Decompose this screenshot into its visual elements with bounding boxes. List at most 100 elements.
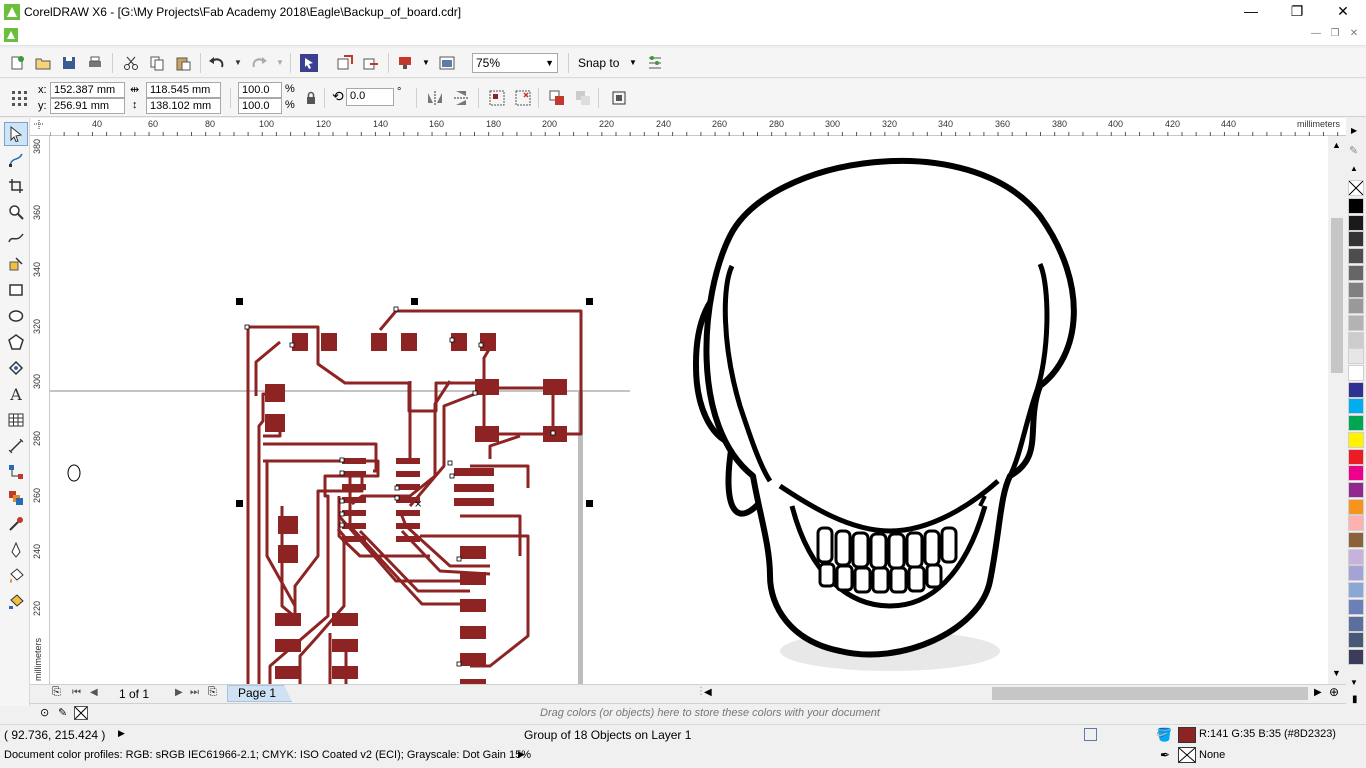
drawing-canvas[interactable]: × bbox=[50, 136, 1328, 684]
palette-down-icon[interactable]: ▼ bbox=[1350, 678, 1358, 687]
fill-tool-icon[interactable] bbox=[4, 564, 28, 588]
tab-page-1[interactable]: Page 1 bbox=[227, 685, 292, 702]
vertical-ruler[interactable]: 380 360 340 320 300 280 260 240 220 mill… bbox=[30, 136, 50, 684]
profiles-arrow-icon[interactable]: ▶ bbox=[518, 749, 525, 760]
palette-swatch[interactable] bbox=[1348, 298, 1364, 315]
height-input[interactable]: 138.102 mm bbox=[146, 98, 221, 114]
x-position-input[interactable]: 152.387 mm bbox=[50, 82, 125, 98]
close-button[interactable]: ✕ bbox=[1320, 0, 1366, 24]
palette-scroll-up-icon[interactable]: ▶ bbox=[1351, 126, 1357, 135]
palette-eyedropper-icon[interactable]: ✎ bbox=[1349, 144, 1358, 157]
combine-icon[interactable] bbox=[546, 87, 568, 109]
freehand-tool-icon[interactable] bbox=[4, 226, 28, 250]
palette-swatch[interactable] bbox=[1348, 515, 1364, 532]
snap-to-dropdown-icon[interactable]: ▼ bbox=[629, 58, 637, 67]
palette-swatch[interactable] bbox=[1348, 498, 1364, 515]
save-icon[interactable] bbox=[58, 52, 80, 74]
snap-to-button[interactable]: Snap to bbox=[578, 56, 619, 70]
palette-swatch[interactable] bbox=[1348, 481, 1364, 498]
connector-tool-icon[interactable] bbox=[4, 460, 28, 484]
new-document-icon[interactable] bbox=[6, 52, 28, 74]
paste-icon[interactable] bbox=[172, 52, 194, 74]
fill-color-swatch[interactable] bbox=[1178, 727, 1196, 743]
zoom-level-select[interactable]: 75% ▼ bbox=[472, 53, 558, 73]
document-no-color-icon[interactable] bbox=[74, 706, 88, 720]
palette-swatch[interactable] bbox=[1348, 615, 1364, 632]
shape-tool-icon[interactable] bbox=[4, 148, 28, 172]
maximize-button[interactable]: ❐ bbox=[1274, 0, 1320, 24]
palette-swatch[interactable] bbox=[1348, 314, 1364, 331]
export-icon[interactable] bbox=[360, 52, 382, 74]
lock-ratio-icon[interactable] bbox=[300, 87, 322, 109]
pick-tool-icon[interactable] bbox=[4, 122, 28, 146]
palette-swatch[interactable] bbox=[1348, 214, 1364, 231]
smart-fill-tool-icon[interactable] bbox=[4, 252, 28, 276]
rotation-center-icon[interactable]: × bbox=[414, 499, 422, 510]
no-color-swatch[interactable] bbox=[1348, 180, 1364, 196]
previous-page-icon[interactable]: ◀ bbox=[90, 687, 98, 698]
eyedropper-tool-icon[interactable] bbox=[4, 512, 28, 536]
palette-swatch[interactable] bbox=[1348, 548, 1364, 565]
last-page-icon[interactable]: ⏭ bbox=[190, 687, 199, 698]
polygon-tool-icon[interactable] bbox=[4, 330, 28, 354]
search-content-icon[interactable] bbox=[298, 52, 320, 74]
palette-swatch[interactable] bbox=[1348, 582, 1364, 599]
vertical-scrollbar[interactable]: ▲ ▼ bbox=[1328, 136, 1346, 684]
color-proof-icon[interactable] bbox=[1084, 728, 1097, 741]
y-position-input[interactable]: 256.91 mm bbox=[50, 98, 125, 114]
outline-color-swatch[interactable] bbox=[1178, 747, 1196, 763]
undo-dropdown-icon[interactable]: ▼ bbox=[234, 58, 242, 67]
doc-close-icon[interactable]: ✕ bbox=[1344, 27, 1364, 43]
zoom-navigator-icon[interactable]: ⊕ bbox=[1329, 685, 1339, 699]
undo-icon[interactable] bbox=[206, 52, 228, 74]
palette-swatch[interactable] bbox=[1348, 381, 1364, 398]
first-page-icon[interactable]: ⏮ bbox=[72, 687, 81, 698]
launcher-dropdown-icon[interactable]: ▼ bbox=[422, 58, 430, 67]
palette-swatch[interactable] bbox=[1348, 415, 1364, 432]
palette-swatch[interactable] bbox=[1348, 448, 1364, 465]
doc-restore-icon[interactable]: ❐ bbox=[1325, 27, 1345, 43]
palette-swatch[interactable] bbox=[1348, 648, 1364, 665]
vertical-scroll-thumb[interactable] bbox=[1331, 218, 1343, 373]
text-tool-icon[interactable]: A bbox=[4, 382, 28, 406]
palette-swatch[interactable] bbox=[1348, 598, 1364, 615]
add-page-before-icon[interactable]: ⎘ bbox=[52, 686, 61, 699]
dimension-tool-icon[interactable] bbox=[4, 434, 28, 458]
width-input[interactable]: 118.545 mm bbox=[146, 82, 221, 98]
open-folder-icon[interactable] bbox=[32, 52, 54, 74]
palette-swatch[interactable] bbox=[1348, 532, 1364, 548]
redo-dropdown-icon[interactable]: ▼ bbox=[276, 58, 284, 67]
print-icon[interactable] bbox=[84, 52, 106, 74]
crop-tool-icon[interactable] bbox=[4, 174, 28, 198]
palette-swatch[interactable] bbox=[1348, 465, 1364, 482]
welcome-screen-icon[interactable] bbox=[436, 52, 458, 74]
copy-icon[interactable] bbox=[146, 52, 168, 74]
palette-play-icon[interactable]: ⊙ bbox=[40, 706, 49, 719]
palette-swatch[interactable] bbox=[1348, 398, 1364, 415]
palette-swatch[interactable] bbox=[1348, 281, 1364, 298]
ungroup-icon[interactable] bbox=[512, 87, 534, 109]
interactive-fill-tool-icon[interactable] bbox=[4, 590, 28, 614]
minimize-button[interactable]: — bbox=[1228, 0, 1274, 24]
table-tool-icon[interactable] bbox=[4, 408, 28, 432]
palette-expand-icon[interactable]: ▮ bbox=[1352, 694, 1358, 705]
horizontal-ruler[interactable]: 40 60 80 100 120 140 160 180 200 220 240… bbox=[30, 118, 1346, 136]
rectangle-tool-icon[interactable] bbox=[4, 278, 28, 302]
cut-icon[interactable] bbox=[120, 52, 142, 74]
add-page-after-icon[interactable]: ⎘ bbox=[208, 686, 217, 699]
zoom-tool-icon[interactable] bbox=[4, 200, 28, 224]
blend-tool-icon[interactable] bbox=[4, 486, 28, 510]
align-distribute-icon[interactable] bbox=[608, 87, 630, 109]
palette-up-icon[interactable]: ▲ bbox=[1350, 164, 1358, 173]
group-icon[interactable] bbox=[486, 87, 508, 109]
scale-y-input[interactable]: 100.0 bbox=[238, 98, 282, 114]
mirror-horizontal-icon[interactable] bbox=[424, 87, 446, 109]
palette-swatch[interactable] bbox=[1348, 632, 1364, 649]
options-icon[interactable] bbox=[644, 52, 666, 74]
document-palette[interactable]: ⊙ ✎ Drag colors (or objects) here to sto… bbox=[30, 703, 1346, 723]
mirror-vertical-icon[interactable] bbox=[450, 87, 472, 109]
import-icon[interactable] bbox=[334, 52, 356, 74]
palette-swatch[interactable] bbox=[1348, 331, 1364, 348]
scroll-up-icon[interactable]: ▲ bbox=[1332, 140, 1341, 150]
scroll-down-icon[interactable]: ▼ bbox=[1332, 668, 1341, 678]
